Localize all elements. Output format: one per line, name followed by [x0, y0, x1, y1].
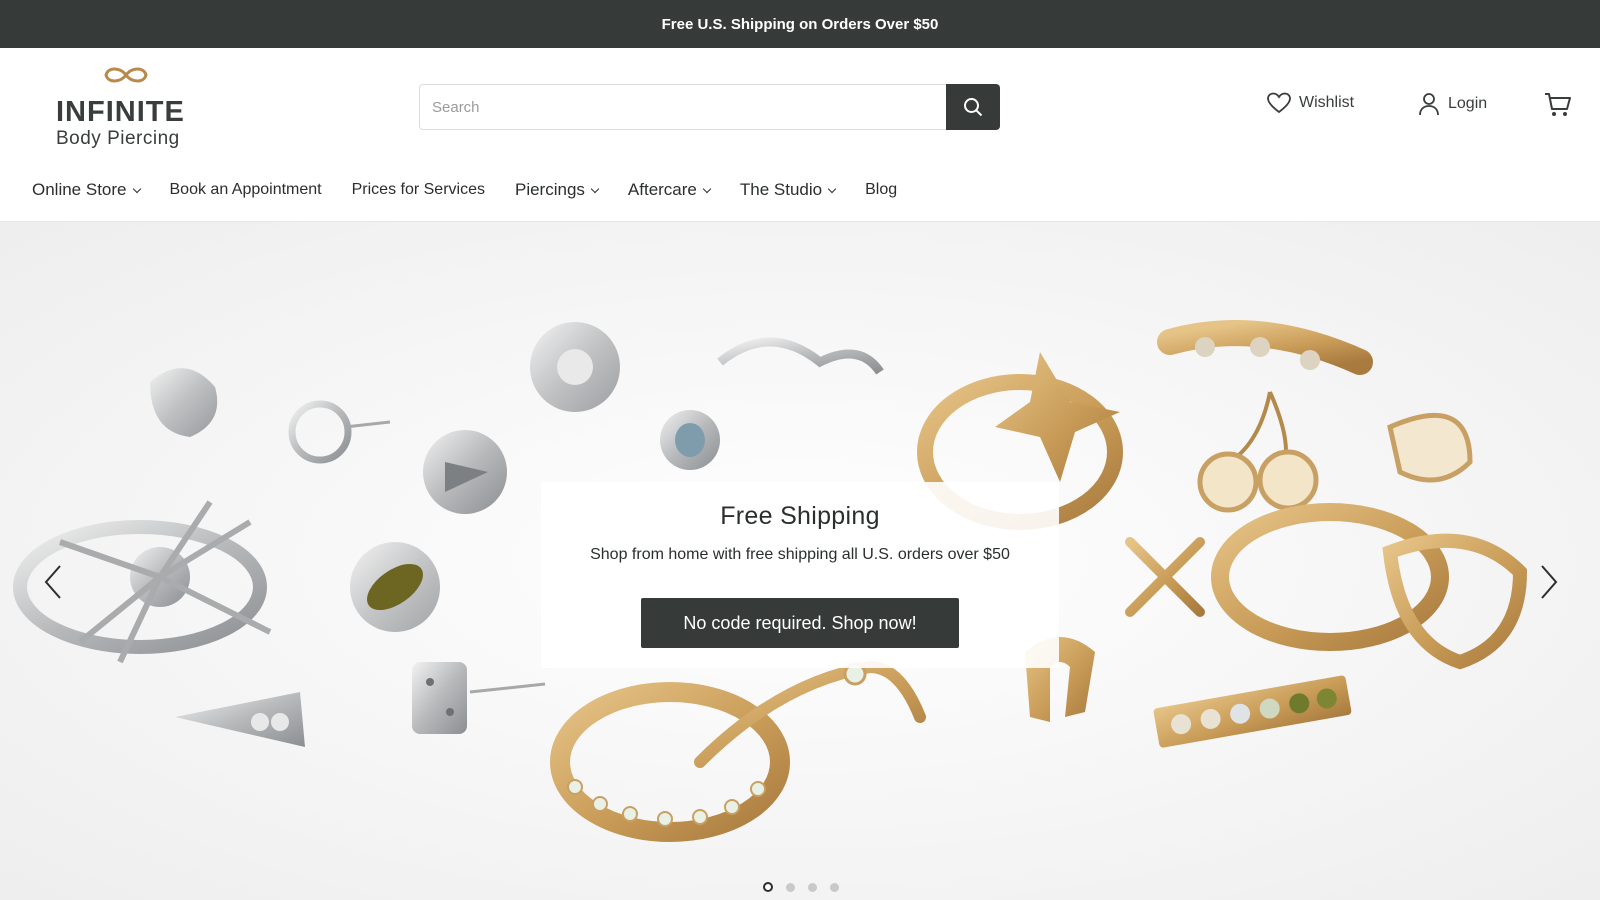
search-bar [419, 84, 1000, 130]
slide-dot-1[interactable] [763, 882, 773, 892]
slide-prev-button[interactable] [38, 562, 68, 602]
brand-name: INFINITE [56, 96, 185, 128]
nav-prices-for-services[interactable]: Prices for Services [352, 181, 485, 199]
wishlist-link[interactable]: Wishlist [1267, 92, 1354, 114]
search-button[interactable] [946, 84, 1000, 130]
nav-label: Blog [865, 181, 898, 198]
hero-title: Free Shipping [720, 502, 880, 530]
heart-icon [1267, 92, 1291, 114]
slide-dot-4[interactable] [830, 882, 839, 892]
chevron-left-icon [44, 565, 61, 599]
nav-label: The Studio [739, 180, 823, 199]
nav-piercings[interactable]: Piercings [514, 180, 600, 200]
infinity-logo-icon [104, 67, 148, 83]
search-input[interactable] [419, 84, 946, 130]
login-label: Login [1448, 95, 1488, 112]
wishlist-label: Wishlist [1299, 94, 1355, 111]
nav-label: Prices for Services [351, 181, 485, 198]
shop-now-button[interactable]: No code required. Shop now! [641, 598, 959, 648]
cart-icon [1545, 93, 1571, 116]
hero-slideshow: Free Shipping Shop from home with free s… [0, 222, 1600, 900]
announcement-text: Free U.S. Shipping on Orders Over $50 [661, 15, 939, 33]
announcement-bar: Free U.S. Shipping on Orders Over $50 [0, 0, 1600, 48]
chevron-down-icon [827, 184, 837, 193]
slide-dot-2[interactable] [786, 882, 795, 892]
slide-dot-3[interactable] [808, 882, 817, 892]
cart-link[interactable] [1544, 92, 1572, 118]
hero-subtitle: Shop from home with free shipping all U.… [590, 546, 1010, 563]
slide-next-button[interactable] [1534, 562, 1564, 602]
brand-logo[interactable]: INFINITE Body Piercing [56, 66, 206, 150]
search-icon [964, 98, 983, 117]
nav-the-studio[interactable]: The Studio [739, 180, 837, 200]
nav-book-appointment[interactable]: Book an Appointment [170, 181, 322, 199]
hero-promo-card: Free Shipping Shop from home with free s… [541, 482, 1059, 668]
nav-blog[interactable]: Blog [865, 181, 897, 199]
slide-pagination [763, 882, 839, 892]
user-icon [1419, 93, 1439, 116]
chevron-down-icon [702, 184, 712, 193]
nav-label: Book an Appointment [169, 181, 322, 198]
chevron-right-icon [1541, 565, 1558, 599]
nav-aftercare[interactable]: Aftercare [627, 180, 712, 200]
main-navigation: Online Store Book an Appointment Prices … [32, 172, 927, 208]
nav-label: Aftercare [627, 180, 697, 199]
login-link[interactable]: Login [1418, 92, 1487, 116]
brand-tagline: Body Piercing [56, 128, 180, 149]
chevron-down-icon [590, 184, 600, 193]
nav-label: Online Store [32, 180, 127, 199]
nav-label: Piercings [514, 180, 585, 199]
nav-online-store[interactable]: Online Store [32, 180, 141, 200]
chevron-down-icon [132, 184, 141, 193]
site-header: INFINITE Body Piercing Wishlist Login [0, 48, 1600, 222]
